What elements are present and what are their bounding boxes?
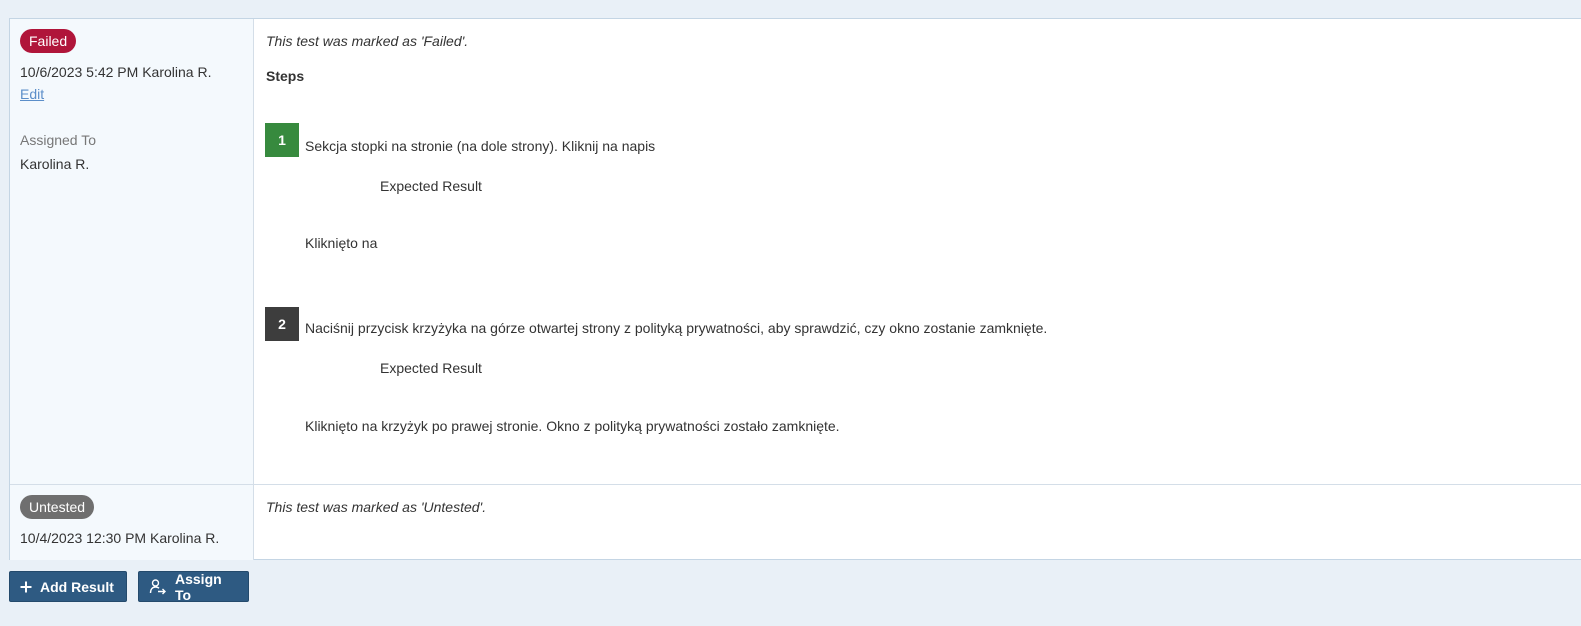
result-row-untested: Untested 10/4/2023 12:30 PM Karolina R. … <box>10 485 1581 560</box>
status-badge-failed: Failed <box>20 29 77 53</box>
result-meta-column: Untested 10/4/2023 12:30 PM Karolina R. <box>10 485 254 560</box>
result-details-column: This test was marked as 'Untested'. <box>254 485 1581 560</box>
result-row-failed: Failed 10/6/2023 5:42 PM Karolina R. Edi… <box>10 19 1581 485</box>
step-description: Naciśnij przycisk krzyżyka na górze otwa… <box>305 320 1048 336</box>
assign-to-button[interactable]: Assign To <box>138 570 249 603</box>
add-result-label: Add Result <box>40 578 114 595</box>
expected-result-text: Kliknięto na krzyżyk po prawej stronie. … <box>305 418 840 434</box>
result-timestamp-user: 10/6/2023 5:42 PM Karolina R. <box>20 64 212 80</box>
assigned-to-label: Assigned To <box>20 132 97 148</box>
expected-result-text: Kliknięto na <box>305 235 378 251</box>
step-description: Sekcja stopki na stronie (na dole strony… <box>305 138 656 154</box>
step-number-badge: 2 <box>265 307 299 341</box>
result-timestamp-user: 10/4/2023 12:30 PM Karolina R. <box>20 530 220 546</box>
assigned-to-value: Karolina R. <box>20 156 90 172</box>
result-meta-column: Failed 10/6/2023 5:42 PM Karolina R. Edi… <box>10 19 254 484</box>
results-panel: Failed 10/6/2023 5:42 PM Karolina R. Edi… <box>9 18 1581 560</box>
status-badge-untested: Untested <box>20 495 95 519</box>
steps-heading: Steps <box>266 68 305 84</box>
result-comment: This test was marked as 'Failed'. <box>266 33 469 49</box>
result-details-column: This test was marked as 'Failed'. Steps … <box>254 19 1581 484</box>
expected-result-label: Expected Result <box>380 178 482 194</box>
expected-result-label: Expected Result <box>380 360 482 376</box>
assign-user-icon <box>149 578 167 596</box>
step-number-badge: 1 <box>265 123 299 157</box>
edit-link[interactable]: Edit <box>20 86 44 102</box>
result-comment: This test was marked as 'Untested'. <box>266 499 487 515</box>
plus-icon <box>20 581 32 593</box>
assign-to-label: Assign To <box>175 570 222 603</box>
add-result-button[interactable]: Add Result <box>9 571 127 602</box>
